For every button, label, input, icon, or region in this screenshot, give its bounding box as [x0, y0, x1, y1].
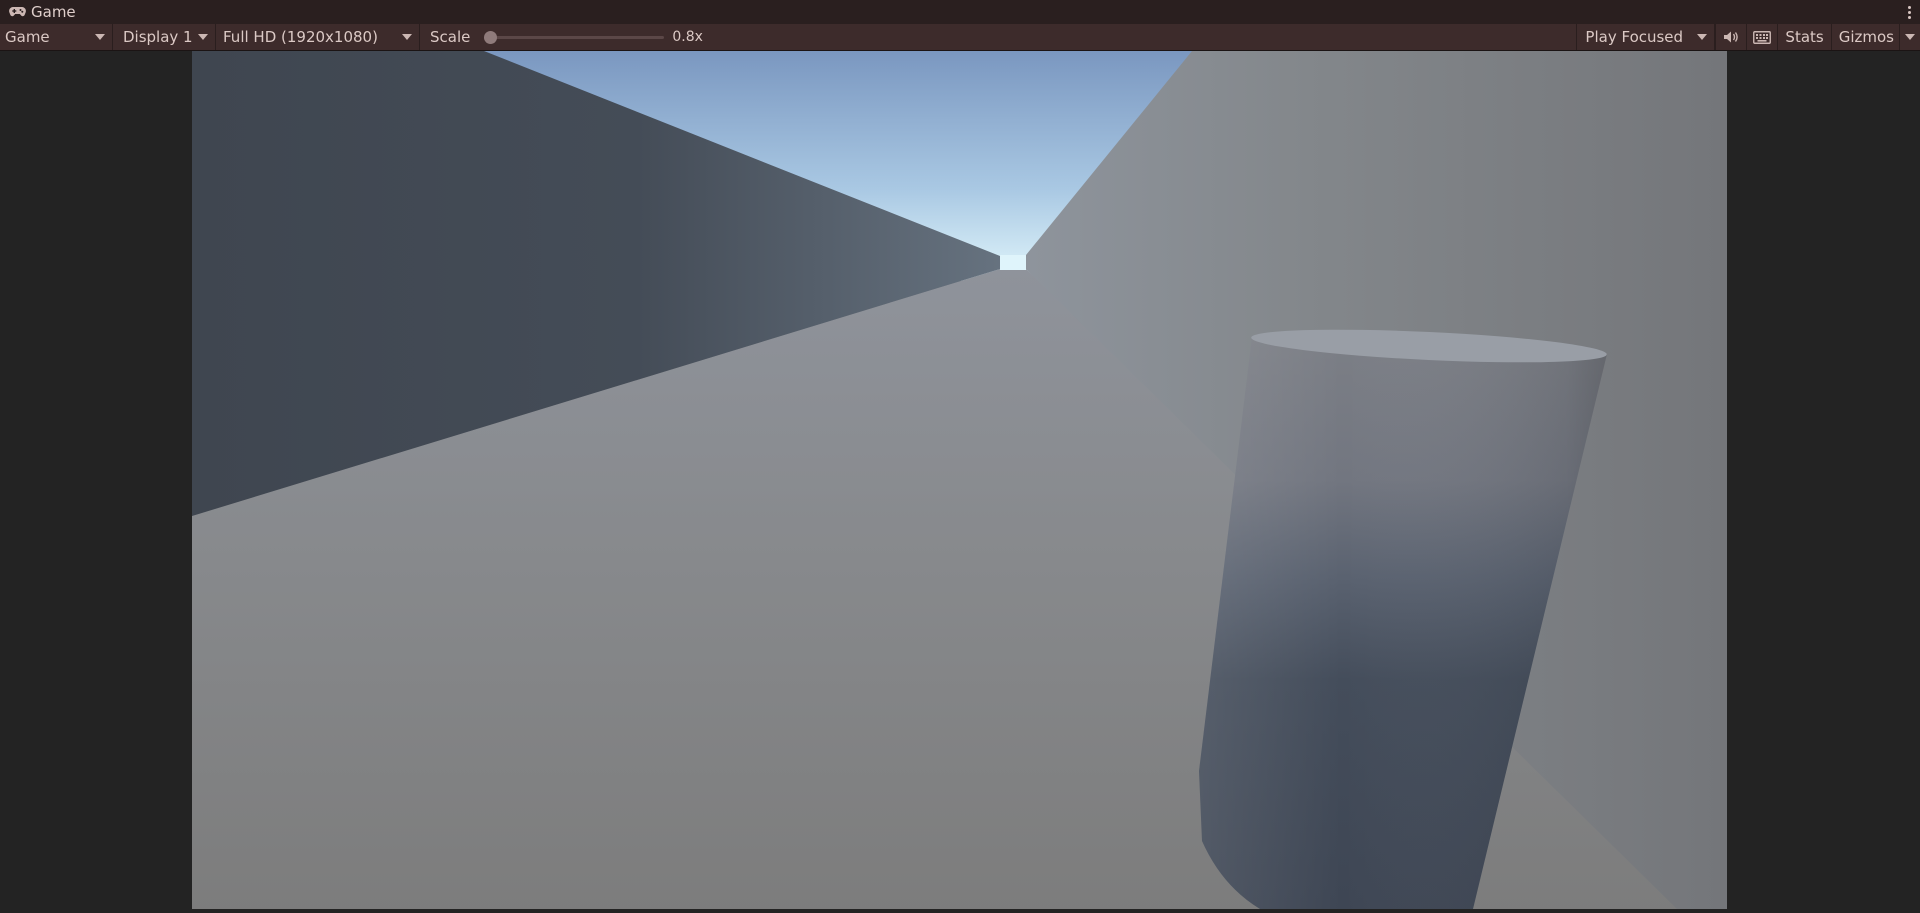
tab-game[interactable]: Game — [0, 0, 82, 24]
display-label: Display 1 — [123, 28, 193, 46]
scale-slider[interactable] — [484, 30, 665, 44]
tab-label: Game — [31, 3, 76, 21]
scale-control: Scale 0.8x — [420, 24, 703, 50]
chevron-down-icon — [1905, 34, 1915, 40]
chevron-down-icon — [95, 34, 105, 40]
chevron-down-icon — [1697, 34, 1708, 40]
letterbox-left — [0, 51, 192, 913]
corridor-end — [1000, 255, 1026, 270]
toolbar-right: Play Focused Stats Gizmos — [1576, 24, 1920, 50]
scene-render — [192, 51, 1727, 909]
title-bar: Game — [0, 0, 1920, 24]
game-toolbar: Game Display 1 Full HD (1920x1080) Scale… — [0, 24, 1920, 51]
letterbox-right — [1727, 51, 1920, 913]
gizmos-button[interactable]: Gizmos — [1830, 24, 1899, 50]
more-options-icon[interactable] — [1906, 3, 1912, 21]
resolution-dropdown[interactable]: Full HD (1920x1080) — [216, 24, 420, 50]
play-mode-label: Play Focused — [1585, 28, 1684, 46]
chevron-down-icon — [198, 34, 208, 40]
play-mode-dropdown[interactable]: Play Focused — [1576, 24, 1716, 50]
view-mode-label: Game — [5, 28, 50, 46]
game-viewport[interactable] — [192, 51, 1727, 909]
scale-slider-thumb[interactable] — [484, 30, 498, 44]
gamepad-icon — [9, 3, 31, 21]
gizmos-dropdown[interactable] — [1899, 24, 1920, 50]
scale-value: 0.8x — [672, 29, 703, 45]
resolution-label: Full HD (1920x1080) — [223, 28, 378, 46]
view-mode-dropdown[interactable]: Game — [0, 24, 113, 50]
display-dropdown[interactable]: Display 1 — [113, 24, 216, 50]
keyboard-icon[interactable] — [1746, 24, 1777, 50]
audio-mute-icon[interactable] — [1715, 24, 1746, 50]
chevron-down-icon — [402, 34, 412, 40]
stats-button[interactable]: Stats — [1777, 24, 1830, 50]
scale-label: Scale — [430, 28, 471, 46]
